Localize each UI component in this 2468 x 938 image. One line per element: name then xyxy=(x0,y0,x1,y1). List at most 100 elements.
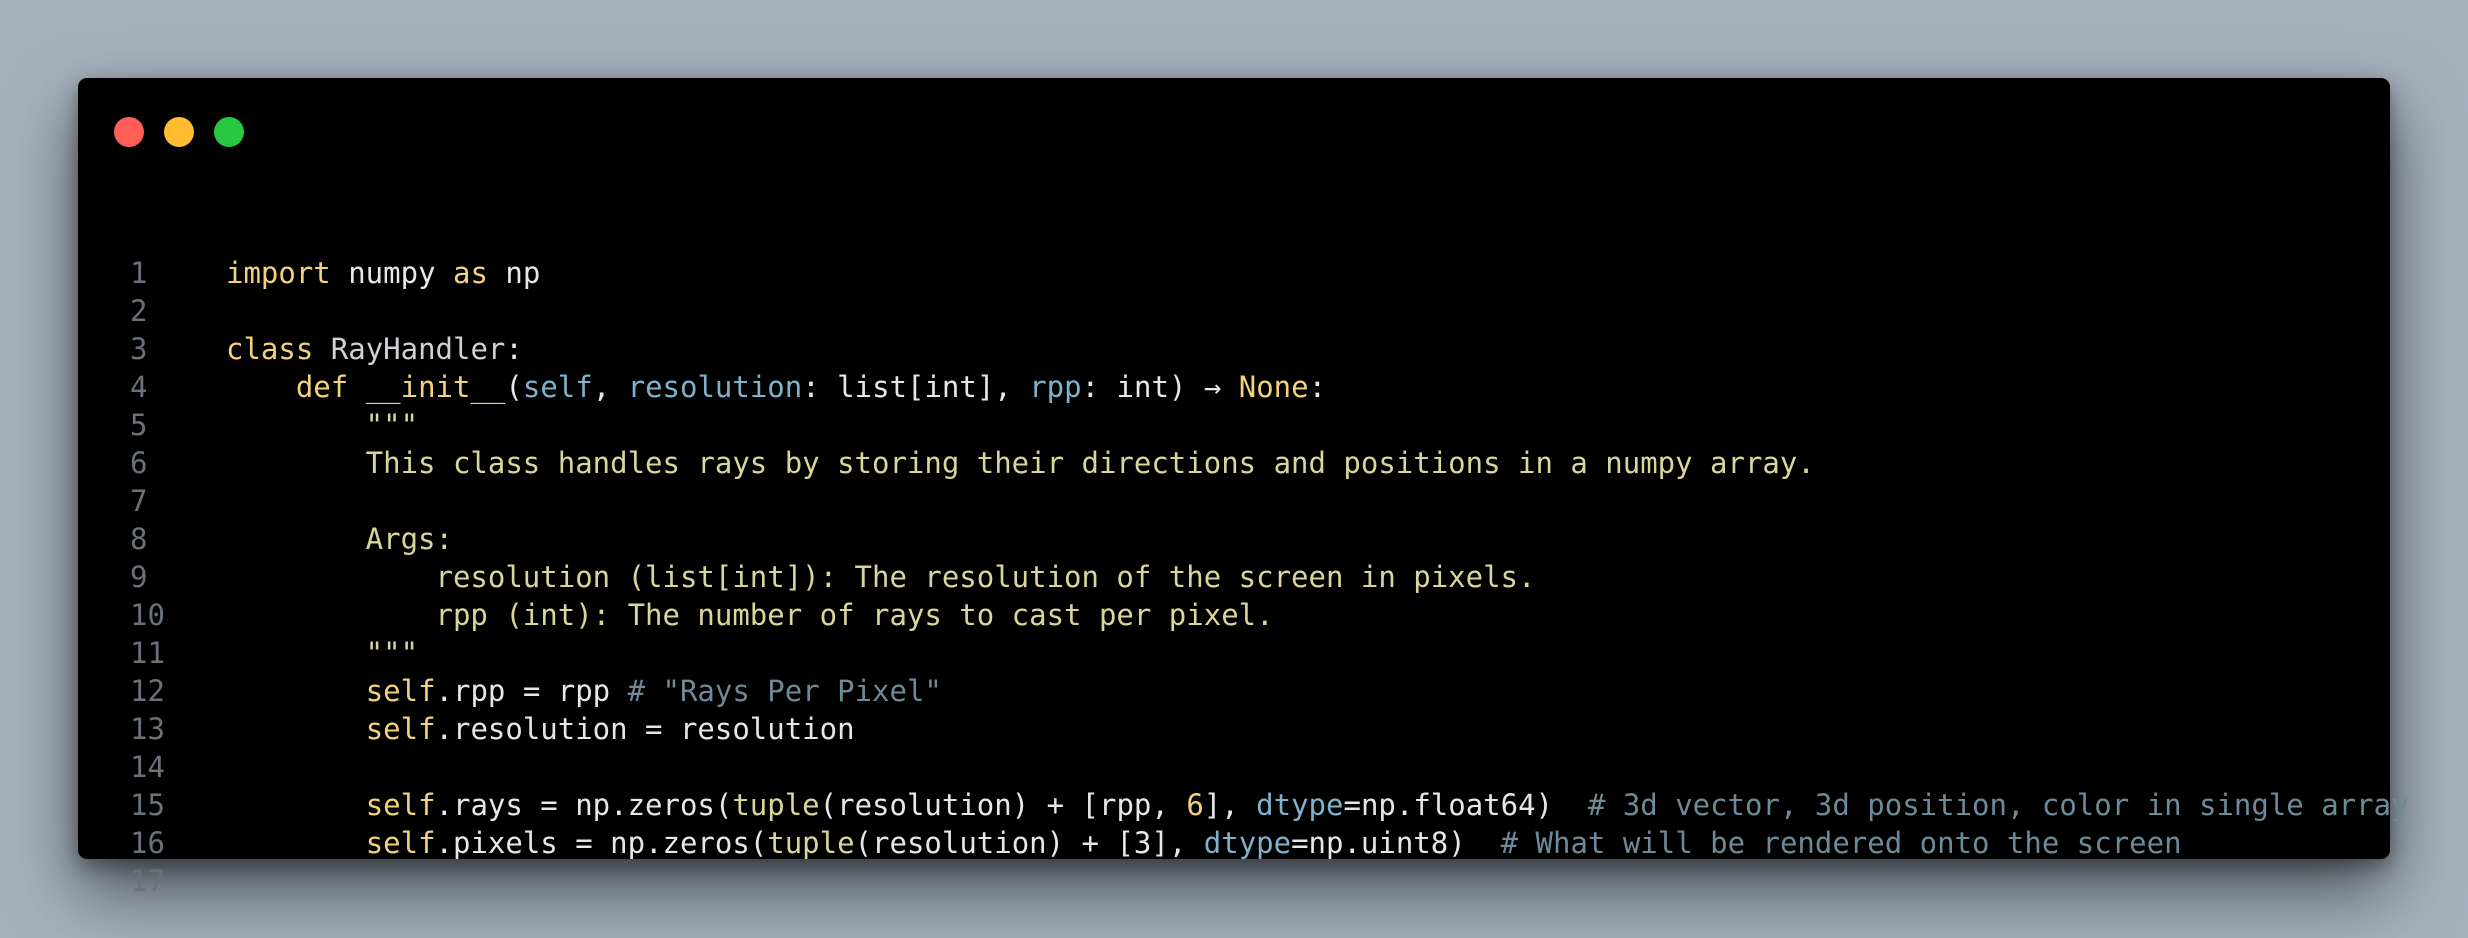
code-token: import xyxy=(226,256,331,290)
line-number: 14 xyxy=(130,750,165,784)
line-number: 12 xyxy=(130,674,165,708)
code-token: 6 xyxy=(1186,788,1204,822)
code-token: np xyxy=(487,256,541,290)
code-token: __init__ xyxy=(365,370,506,404)
line-source: import numpy as np xyxy=(226,254,540,292)
line-number: 16 xyxy=(130,826,165,860)
line-source: self.resolution = resolution xyxy=(226,710,855,748)
code-token: (resolution) + [rpp, xyxy=(819,788,1187,822)
code-token: """ xyxy=(226,636,419,670)
close-button[interactable] xyxy=(114,117,144,147)
code-line: 17 xyxy=(78,862,2409,900)
code-token: =np.float64) xyxy=(1343,788,1588,822)
code-line: 5 """ xyxy=(78,406,2409,444)
line-number: 7 xyxy=(130,484,148,518)
line-source: resolution (list[int]): The resolution o… xyxy=(226,558,1536,596)
code-token: This class handles rays by storing their… xyxy=(226,446,1815,480)
code-token: # "Rays Per Pixel" xyxy=(627,674,942,708)
maximize-button[interactable] xyxy=(214,117,244,147)
code-token: Args: xyxy=(226,522,453,556)
code-token: rpp (int): The number of rays to cast pe… xyxy=(226,598,1274,632)
line-source: """ xyxy=(226,406,418,444)
line-number: 9 xyxy=(130,560,148,594)
code-token: .rpp = rpp xyxy=(435,674,628,708)
line-source: This class handles rays by storing their… xyxy=(226,444,1815,482)
code-token: class xyxy=(226,332,314,366)
code-token: self xyxy=(365,712,436,746)
line-source: """ xyxy=(226,634,418,672)
line-number: 2 xyxy=(130,294,148,328)
code-token: : xyxy=(1308,370,1327,404)
code-token: (resolution) + [3], xyxy=(854,826,1204,860)
code-line: 4 def __init__(self, resolution: list[in… xyxy=(78,368,2409,406)
line-number: 10 xyxy=(130,598,165,632)
code-token: , xyxy=(592,370,628,404)
code-line: 9 resolution (list[int]): The resolution… xyxy=(78,558,2409,596)
line-number: 17 xyxy=(130,864,165,898)
code-token: ( xyxy=(505,370,523,404)
line-source: def __init__(self, resolution: list[int]… xyxy=(226,368,1326,406)
line-number: 5 xyxy=(130,408,148,442)
line-number: 3 xyxy=(130,332,148,366)
minimize-button[interactable] xyxy=(164,117,194,147)
code-line: 16 self.pixels = np.zeros(tuple(resoluti… xyxy=(78,824,2409,862)
code-line: 11 """ xyxy=(78,634,2409,672)
code-line: 7 xyxy=(78,482,2409,520)
line-number: 4 xyxy=(130,370,148,404)
code-token: RayHandler xyxy=(330,332,506,366)
code-block: 1 import numpy as np 2 3 class RayHandler: 4 … xyxy=(78,254,2409,900)
line-source: rpp (int): The number of rays to cast pe… xyxy=(226,596,1274,634)
code-line: 3 class RayHandler: xyxy=(78,330,2409,368)
line-source: self.pixels = np.zeros(tuple(resolution)… xyxy=(226,824,2182,862)
code-token: dtype xyxy=(1203,826,1292,860)
code-token: : int) → xyxy=(1081,370,1239,404)
line-number: 13 xyxy=(130,712,165,746)
line-source: self.rpp = rpp # "Rays Per Pixel" xyxy=(226,672,942,710)
code-token: None xyxy=(1238,370,1309,404)
code-line: 14 xyxy=(78,748,2409,786)
line-number: 11 xyxy=(130,636,165,670)
code-token: self xyxy=(522,370,593,404)
code-token: def xyxy=(295,370,349,404)
code-token: self xyxy=(365,826,436,860)
code-token: .resolution = resolution xyxy=(435,712,855,746)
code-line: 10 rpp (int): The number of rays to cast… xyxy=(78,596,2409,634)
code-token: resolution (list[int]): The resolution o… xyxy=(226,560,1536,594)
code-token: .pixels = np.zeros( xyxy=(435,826,768,860)
code-line: 12 self.rpp = rpp # "Rays Per Pixel" xyxy=(78,672,2409,710)
code-token: : xyxy=(505,332,523,366)
line-number: 1 xyxy=(130,256,148,290)
code-token: """ xyxy=(226,408,419,442)
code-token: ], xyxy=(1203,788,1257,822)
code-line: 2 xyxy=(78,292,2409,330)
line-number: 8 xyxy=(130,522,148,556)
code-token: resolution xyxy=(627,370,803,404)
code-line: 8 Args: xyxy=(78,520,2409,558)
code-token: # What will be rendered onto the screen xyxy=(1500,826,2182,860)
code-token: self xyxy=(365,674,436,708)
code-token: self xyxy=(365,788,436,822)
line-source: Args: xyxy=(226,520,453,558)
code-token: dtype xyxy=(1256,788,1344,822)
code-token: tuple xyxy=(767,826,855,860)
line-source: class RayHandler: xyxy=(226,330,523,368)
code-line: 13 self.resolution = resolution xyxy=(78,710,2409,748)
code-token: rpp xyxy=(1029,370,1082,404)
code-line: 1 import numpy as np xyxy=(78,254,2409,292)
code-window: 1 import numpy as np 2 3 class RayHandler: 4 … xyxy=(78,78,2409,898)
code-token: tuple xyxy=(732,788,820,822)
code-token: : list[int], xyxy=(802,370,1030,404)
code-token: # 3d vector, 3d position, color in singl… xyxy=(1587,788,2409,822)
code-line: 6 This class handles rays by storing the… xyxy=(78,444,2409,482)
line-number: 6 xyxy=(130,446,148,480)
line-source: self.rays = np.zeros(tuple(resolution) +… xyxy=(226,786,2409,824)
line-number: 15 xyxy=(130,788,165,822)
code-token: as xyxy=(452,256,488,290)
